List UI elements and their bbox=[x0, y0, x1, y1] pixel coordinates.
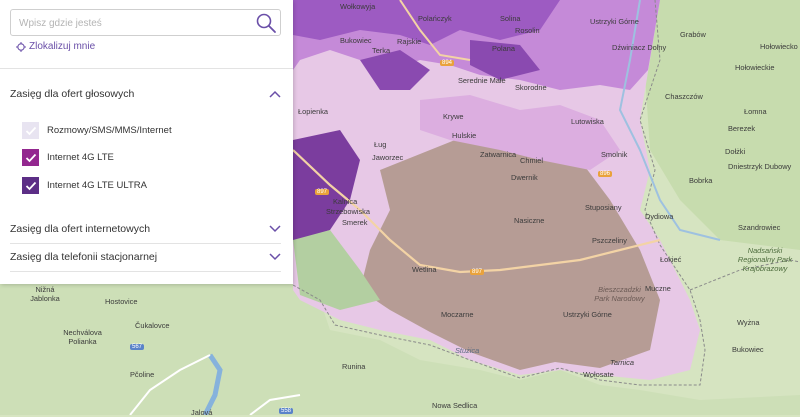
coverage-panel: Zlokalizuj mnie Zasięg dla ofert głosowy… bbox=[0, 0, 293, 284]
place-label: Bieszczadzki Park Narodowy bbox=[594, 285, 645, 303]
search-box bbox=[10, 9, 281, 36]
search-button[interactable] bbox=[255, 12, 277, 34]
road-number: 558 bbox=[279, 408, 294, 414]
locate-me-link[interactable]: Zlokalizuj mnie bbox=[16, 41, 95, 52]
place-label: Polańczyk bbox=[418, 14, 452, 23]
place-label: Jaworzec bbox=[372, 153, 404, 162]
place-label: Nowa Sedlica bbox=[432, 401, 478, 410]
check-icon bbox=[25, 153, 36, 162]
chevron-down-icon bbox=[269, 253, 281, 261]
checkbox[interactable] bbox=[22, 149, 39, 166]
place-label: Wyżna bbox=[737, 318, 760, 327]
place-label: Serednie Małe bbox=[458, 76, 506, 85]
place-label: Smerek bbox=[342, 218, 368, 227]
place-label: Wołosate bbox=[583, 370, 614, 379]
section-title: Zasięg dla telefonii stacjonarnej bbox=[10, 251, 158, 263]
place-label: Solina bbox=[500, 14, 521, 23]
option-label: Internet 4G LTE bbox=[47, 152, 114, 163]
place-label: Ustrzyki Górne bbox=[563, 310, 612, 319]
place-label: Rosolin bbox=[515, 26, 540, 35]
landline-coverage-header[interactable]: Zasięg dla telefonii stacjonarnej bbox=[10, 248, 281, 266]
place-label: Bukowiec bbox=[340, 36, 372, 45]
divider bbox=[10, 243, 281, 244]
place-label: Rajskie bbox=[397, 37, 422, 46]
place-label: Dniestrzyk Dubowy bbox=[728, 162, 792, 171]
crosshair-icon bbox=[16, 41, 26, 52]
road-number: 897 bbox=[470, 269, 485, 275]
place-label: Łomna bbox=[744, 107, 767, 116]
road-number: 897 bbox=[315, 189, 330, 195]
place-label: Čukalovce bbox=[135, 321, 170, 330]
section-title: Zasięg dla ofert internetowych bbox=[10, 223, 151, 235]
place-label: Hostovice bbox=[105, 297, 138, 306]
road-number: 567 bbox=[130, 344, 145, 350]
place-label: Nasiczne bbox=[514, 216, 545, 225]
place-label: Bobrka bbox=[689, 176, 713, 185]
place-label: Wołkowyja bbox=[340, 2, 376, 11]
option-label: Internet 4G LTE ULTRA bbox=[47, 180, 147, 191]
option-label: Rozmowy/SMS/MMS/Internet bbox=[47, 125, 172, 136]
place-label: Zatwarnica bbox=[480, 150, 517, 159]
place-label: Nižná Jablonka bbox=[30, 285, 60, 303]
lte-ultra-checkbox[interactable]: Internet 4G LTE ULTRA bbox=[22, 177, 147, 194]
place-label: Jalová bbox=[191, 408, 213, 417]
chevron-down-icon bbox=[269, 225, 281, 233]
place-label: Chaszczów bbox=[665, 92, 703, 101]
place-label: Kalnica bbox=[333, 197, 358, 206]
lte-checkbox[interactable]: Internet 4G LTE bbox=[22, 149, 114, 166]
internet-coverage-header[interactable]: Zasięg dla ofert internetowych bbox=[10, 220, 281, 238]
place-label: Strzebowiska bbox=[326, 207, 370, 216]
chevron-up-icon bbox=[269, 90, 281, 98]
road-number: 896 bbox=[598, 171, 613, 177]
search-icon bbox=[256, 13, 276, 33]
locate-me-label: Zlokalizuj mnie bbox=[29, 41, 96, 52]
place-label: Tarnica bbox=[610, 358, 634, 367]
divider bbox=[0, 68, 293, 69]
place-label: Dołżki bbox=[725, 147, 746, 156]
check-icon bbox=[25, 126, 36, 135]
river-label: Stużica bbox=[455, 346, 480, 355]
place-label: Hołowieckie bbox=[735, 63, 775, 72]
checkbox[interactable] bbox=[22, 177, 39, 194]
place-label: Muczne bbox=[645, 284, 671, 293]
place-label: Ług bbox=[374, 140, 387, 149]
place-label: Nechválova Polianka bbox=[63, 328, 102, 346]
place-label: Dźwiniacz Dolny bbox=[612, 43, 667, 52]
place-label: Pszczeliny bbox=[592, 236, 627, 245]
place-label: Dydiowa bbox=[645, 212, 674, 221]
place-label: Hołowiecko bbox=[760, 42, 798, 51]
place-label: Ustrzyki Górne bbox=[590, 17, 639, 26]
voice-sms-checkbox[interactable]: Rozmowy/SMS/MMS/Internet bbox=[22, 122, 172, 139]
place-label: Berezek bbox=[728, 124, 756, 133]
check-icon bbox=[25, 181, 36, 190]
place-label: Krywe bbox=[443, 112, 464, 121]
place-label: Lutowiska bbox=[571, 117, 604, 126]
place-label: Wetlina bbox=[412, 265, 437, 274]
place-label: Stuposiany bbox=[585, 203, 622, 212]
place-label: Grabów bbox=[680, 30, 706, 39]
place-label: Smolnik bbox=[601, 150, 628, 159]
checkbox[interactable] bbox=[22, 122, 39, 139]
divider bbox=[10, 271, 281, 272]
place-label: Łopienka bbox=[298, 107, 328, 116]
place-label: Chmiel bbox=[520, 156, 543, 165]
place-label: Moczarne bbox=[441, 310, 474, 319]
place-label: Runina bbox=[342, 362, 366, 371]
place-label: Polana bbox=[492, 44, 516, 53]
place-label: Skorodne bbox=[515, 83, 547, 92]
place-label: Dwernik bbox=[511, 173, 538, 182]
road-number: 894 bbox=[440, 60, 455, 66]
place-label: Łokieć bbox=[660, 255, 682, 264]
place-label: Pčoline bbox=[130, 370, 155, 379]
place-label: Bukowiec bbox=[732, 345, 764, 354]
place-label: Szandrowiec bbox=[738, 223, 781, 232]
section-title: Zasięg dla ofert głosowych bbox=[10, 88, 135, 100]
place-label: Hulskie bbox=[452, 131, 477, 140]
park-label: Nadsański Regionalny Park Krajobrazowy bbox=[737, 246, 793, 273]
voice-coverage-header[interactable]: Zasięg dla ofert głosowych bbox=[10, 85, 281, 103]
place-label: Terka bbox=[372, 46, 391, 55]
search-input[interactable] bbox=[17, 13, 251, 34]
